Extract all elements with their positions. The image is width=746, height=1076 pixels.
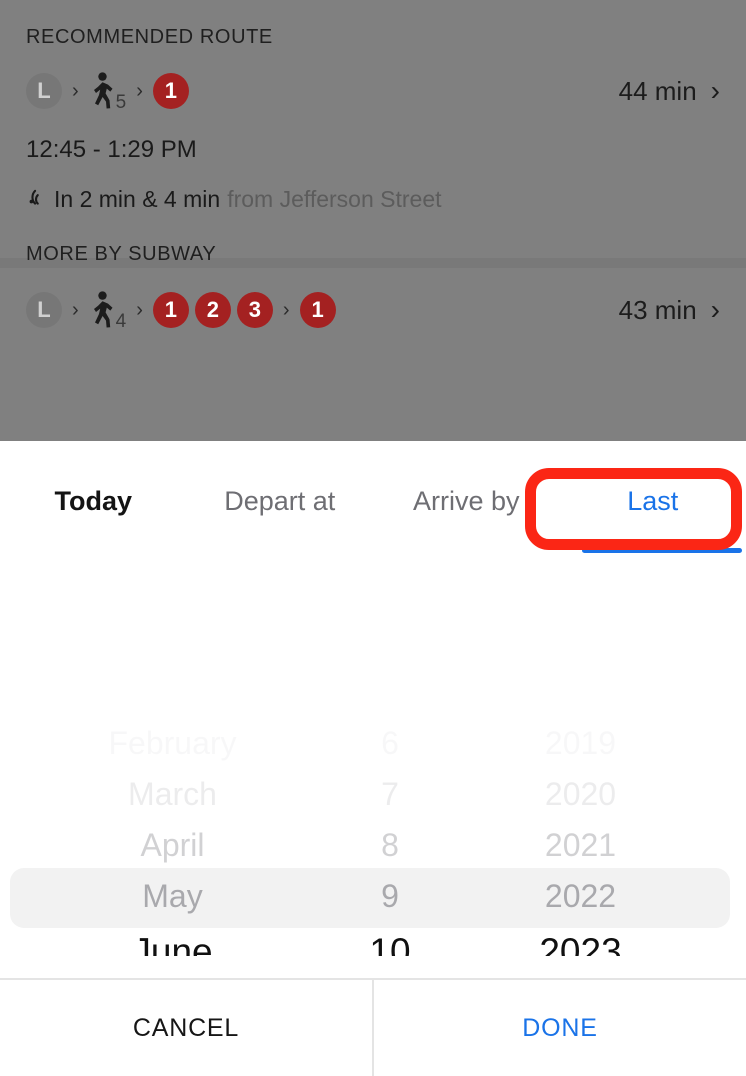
leg-separator-chevron-icon-4: › xyxy=(136,299,143,321)
duration-label-2: 43 min xyxy=(618,294,697,325)
more-by-subway-section[interactable]: MORE BY SUBWAY L › 4 › 1 2 3 › 1 43 min … xyxy=(0,213,746,332)
day-option[interactable]: 8 xyxy=(381,820,399,871)
subway-line-badge-1-c: 1 xyxy=(299,292,336,328)
recommended-route-time-range: 12:45 - 1:29 PM xyxy=(26,136,197,163)
walk-leg: 5 xyxy=(89,72,127,113)
date-picker[interactable]: February March April May June July Augus… xyxy=(0,561,746,956)
month-option[interactable]: April xyxy=(140,820,204,871)
recommended-route-section[interactable]: RECOMMENDED ROUTE L › 5 › 1 44 min › 12:… xyxy=(0,0,746,213)
more-by-subway-heading: MORE BY SUBWAY xyxy=(26,243,217,265)
day-option-selected[interactable]: 10 xyxy=(369,922,410,956)
recommended-route-duration[interactable]: 44 min › xyxy=(619,76,720,107)
picker-wheels: February March April May June July Augus… xyxy=(0,561,746,956)
more-by-subway-duration[interactable]: 43 min › xyxy=(619,295,720,326)
month-option[interactable]: May xyxy=(142,871,202,922)
walk-minutes-label: 5 xyxy=(115,92,127,113)
month-option[interactable]: February xyxy=(108,718,236,769)
tab-last[interactable]: Last xyxy=(560,441,746,561)
dimmed-directions-backdrop: RECOMMENDED ROUTE L › 5 › 1 44 min › 12:… xyxy=(0,0,746,441)
tab-arrive-by-label: Arrive by xyxy=(412,485,520,516)
recommended-route-heading: RECOMMENDED ROUTE xyxy=(26,26,273,48)
month-wheel[interactable]: February March April May June July Augus… xyxy=(0,561,315,956)
done-button[interactable]: DONE xyxy=(374,980,746,1076)
leg-separator-chevron-icon: › xyxy=(72,80,79,102)
month-option-selected[interactable]: June xyxy=(132,922,212,956)
disclosure-chevron-icon: › xyxy=(710,75,720,106)
leg-separator-chevron-icon-3: › xyxy=(72,299,79,321)
leg-separator-chevron-icon-2: › xyxy=(136,80,143,102)
tab-today-label: Today xyxy=(54,485,132,516)
datetime-picker-sheet: Today Depart at Arrive by Last February … xyxy=(0,441,746,1076)
subway-line-badge-l-2: L xyxy=(26,292,62,328)
recommended-route-live-departures: In 2 min & 4 min from Jefferson Street xyxy=(26,186,720,213)
year-wheel[interactable]: 2019 2020 2021 2022 2023 2024 2025 2026 … xyxy=(465,561,746,956)
done-button-label: DONE xyxy=(522,1013,598,1042)
walking-person-icon xyxy=(89,72,115,110)
duration-label: 44 min xyxy=(618,75,697,106)
day-wheel[interactable]: 6 7 8 9 10 11 12 13 14 xyxy=(315,561,465,956)
tab-last-label: Last xyxy=(627,485,679,516)
recommended-route-legs: L › 5 › 1 xyxy=(26,72,189,113)
year-option[interactable]: 2020 xyxy=(545,769,616,820)
tab-depart-at[interactable]: Depart at xyxy=(187,441,374,561)
walk-minutes-label-2: 4 xyxy=(115,311,127,332)
sheet-footer: CANCEL DONE xyxy=(0,978,746,1076)
walk-leg-2: 4 xyxy=(89,291,127,332)
disclosure-chevron-icon-2: › xyxy=(710,294,720,325)
subway-line-badge-2: 2 xyxy=(194,292,231,328)
tab-selected-underline xyxy=(581,548,743,553)
tab-depart-at-label: Depart at xyxy=(224,485,336,516)
live-departures-origin: from Jefferson Street xyxy=(227,186,442,212)
subway-line-badge-3: 3 xyxy=(236,292,273,328)
live-departures-text: In 2 min & 4 min xyxy=(54,186,221,212)
cancel-button[interactable]: CANCEL xyxy=(0,980,372,1076)
subway-line-badge-1: 1 xyxy=(152,73,189,109)
more-by-subway-route-row[interactable]: L › 4 › 1 2 3 › 1 43 min › xyxy=(26,291,720,332)
day-option[interactable]: 6 xyxy=(381,718,399,769)
more-by-subway-legs: L › 4 › 1 2 3 › 1 xyxy=(26,291,336,332)
year-option-selected[interactable]: 2023 xyxy=(539,922,621,956)
tab-arrive-by[interactable]: Arrive by xyxy=(373,441,560,561)
live-signal-icon xyxy=(26,186,47,213)
recommended-route-row[interactable]: L › 5 › 1 44 min › xyxy=(26,72,720,113)
subway-badge-group: 1 2 3 xyxy=(152,292,273,328)
year-option[interactable]: 2021 xyxy=(545,820,616,871)
month-option[interactable]: March xyxy=(128,769,217,820)
screen-root: RECOMMENDED ROUTE L › 5 › 1 44 min › 12:… xyxy=(0,0,746,1076)
subway-line-badge-l: L xyxy=(26,73,62,109)
subway-line-badge-1-b: 1 xyxy=(152,292,189,328)
cancel-button-label: CANCEL xyxy=(132,1013,240,1042)
day-option[interactable]: 9 xyxy=(381,871,399,922)
day-option[interactable]: 7 xyxy=(381,769,399,820)
year-option[interactable]: 2019 xyxy=(545,718,616,769)
leg-separator-chevron-icon-5: › xyxy=(282,299,290,321)
datetime-mode-tabbar: Today Depart at Arrive by Last xyxy=(0,441,746,561)
tab-today[interactable]: Today xyxy=(0,441,187,561)
year-option[interactable]: 2022 xyxy=(545,871,616,922)
walking-person-icon-2 xyxy=(89,291,115,329)
